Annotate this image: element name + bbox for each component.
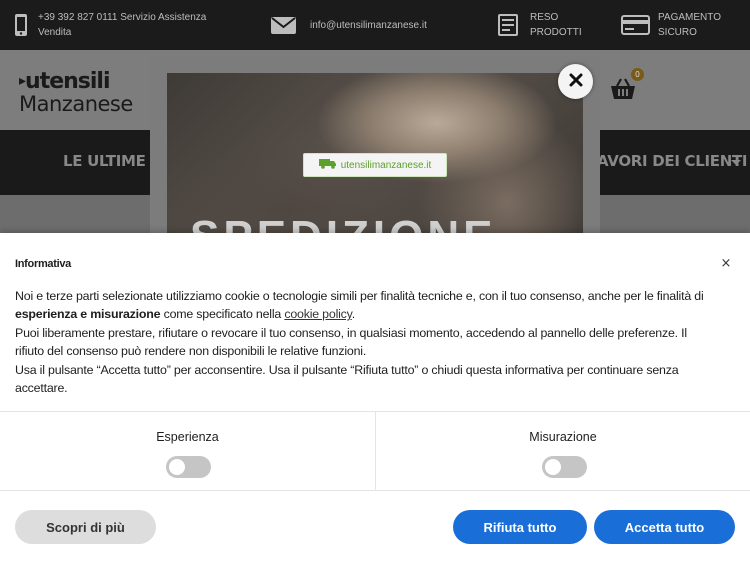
nav-item-client-works[interactable]: AVORI DEI CLIENTI — [597, 152, 748, 170]
popup-close-button[interactable] — [558, 64, 593, 99]
cart-button[interactable] — [610, 78, 636, 105]
measurement-toggle[interactable] — [542, 456, 587, 478]
toggle-knob — [169, 459, 185, 475]
document-list-icon — [498, 14, 518, 36]
email-text: info@utensilimanzanese.it — [310, 19, 427, 31]
cookie-policy-link[interactable]: cookie policy — [284, 307, 352, 321]
logo-line1: utensili — [25, 69, 110, 94]
site-logo[interactable]: ▸utensili Manzanese — [19, 69, 139, 116]
cookie-p1-end: . — [351, 307, 355, 322]
returns-line2: PRODOTTI — [530, 27, 582, 38]
envelope-icon — [271, 16, 296, 34]
payment-line2: SICURO — [658, 27, 697, 38]
cart-count-badge: 0 — [631, 68, 644, 81]
cookie-title: Informativa — [15, 258, 71, 270]
smartphone-icon — [14, 13, 28, 37]
returns-line1: RESO — [530, 12, 559, 23]
basket-icon — [610, 78, 636, 104]
payment-info[interactable]: PAGAMENTO SICURO — [621, 0, 721, 50]
cookie-paragraph-1: Noi e terze parti selezionate utilizziam… — [15, 287, 715, 324]
logo-line2: Manzanese — [19, 92, 133, 116]
phone-text-line1: +39 392 827 0111 Servizio Assistenza — [38, 12, 207, 23]
promo-badge-text: utensilimanzanese.it — [340, 159, 432, 171]
cookie-p1-pre: Noi e terze parti selezionate utilizziam… — [15, 289, 704, 303]
top-info-bar: +39 392 827 0111 Servizio Assistenza Ven… — [0, 0, 750, 50]
cookie-p1-bold: esperienza e misurazione — [15, 307, 161, 322]
phone-contact[interactable]: +39 392 827 0111 Servizio Assistenza Ven… — [14, 0, 206, 50]
email-contact[interactable]: info@utensilimanzanese.it — [271, 0, 427, 50]
cookie-paragraph-2: Puoi liberamente prestare, rifiutare o r… — [15, 325, 687, 359]
cookie-paragraph-3: Usa il pulsante “Accetta tutto” per acco… — [15, 362, 679, 396]
cookie-close-button[interactable]: × — [719, 257, 733, 271]
learn-more-button[interactable]: Scopri di più — [15, 510, 156, 544]
close-icon — [569, 73, 583, 90]
payment-line1: PAGAMENTO — [658, 12, 721, 23]
experience-toggle[interactable] — [166, 456, 211, 478]
credit-card-icon — [621, 15, 650, 35]
pref-experience: Esperienza — [0, 412, 375, 491]
cookie-consent-banner: Informativa × Noi e terze parti selezion… — [0, 233, 750, 563]
cookie-preferences: Esperienza Misurazione — [0, 411, 750, 491]
returns-link[interactable]: RESO PRODOTTI — [498, 0, 582, 50]
promo-badge: utensilimanzanese.it — [303, 153, 447, 177]
chevron-down-icon[interactable] — [731, 160, 741, 165]
cookie-text: Noi e terze parti selezionate utilizziam… — [15, 287, 715, 397]
pref-measurement-label: Misurazione — [529, 430, 597, 444]
truck-icon — [318, 158, 337, 172]
phone-text-line2: Vendita — [38, 27, 72, 38]
pref-measurement: Misurazione — [375, 412, 750, 491]
accept-all-button[interactable]: Accetta tutto — [594, 510, 735, 544]
reject-all-button[interactable]: Rifiuta tutto — [453, 510, 587, 544]
cookie-p1-mid: come specificato nella — [160, 307, 285, 322]
pref-experience-label: Esperienza — [156, 430, 219, 444]
toggle-knob — [545, 459, 561, 475]
